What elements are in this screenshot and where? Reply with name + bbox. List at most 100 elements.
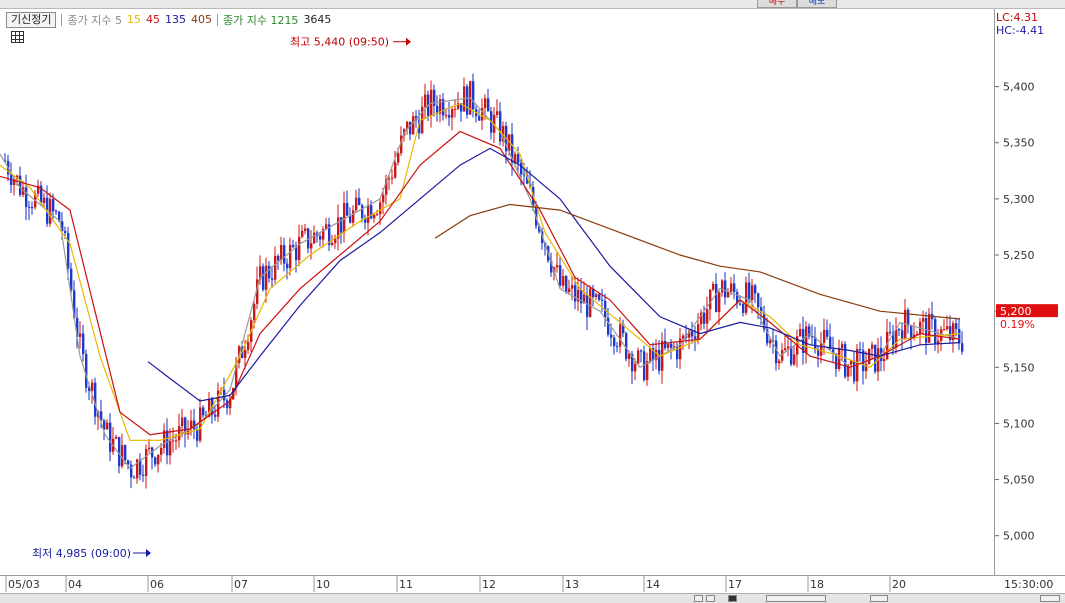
- candle-body: [271, 278, 274, 280]
- candle-body: [253, 303, 256, 321]
- candle-body: [373, 214, 376, 219]
- zoom-out-button[interactable]: [766, 595, 826, 602]
- candle-body: [958, 328, 961, 344]
- zoom-in-button[interactable]: [870, 595, 888, 602]
- candle-body: [922, 318, 925, 322]
- candle-body: [19, 175, 22, 195]
- legend-separator: [61, 13, 63, 26]
- x-tick-label: 07: [234, 578, 248, 591]
- candle-body: [898, 329, 901, 331]
- candle-body: [616, 346, 619, 348]
- candle-body: [304, 228, 307, 231]
- candle-body: [586, 294, 589, 317]
- sell-button[interactable]: 매도: [797, 0, 837, 8]
- candle-body: [295, 246, 298, 261]
- candle-body: [331, 243, 334, 245]
- candle-body: [160, 447, 163, 455]
- candle-body: [115, 436, 118, 439]
- time-axis: 05/03 04 06 07 10 11 12 13 14 17 18 20 15:30:00: [0, 575, 1065, 594]
- candle-body: [121, 445, 124, 467]
- candle-body: [754, 285, 757, 294]
- candle-body: [565, 276, 568, 293]
- settings-button[interactable]: [1040, 595, 1060, 602]
- candle-body: [274, 255, 277, 280]
- candle-body: [589, 288, 592, 317]
- candle-body: [448, 115, 451, 118]
- candle-body: [607, 317, 610, 335]
- candle-body: [739, 303, 742, 305]
- candle-body: [352, 210, 355, 223]
- candle-body: [928, 314, 931, 343]
- candle-body: [514, 154, 517, 163]
- candle-body: [412, 116, 415, 135]
- candle-body: [601, 299, 604, 301]
- price-chart: 최고 5,440 (09:50) 최저 4,985 (09:00): [0, 36, 964, 560]
- y-tick-label: 5,100: [1003, 417, 1035, 430]
- candle-body: [910, 325, 913, 339]
- candle-body: [397, 153, 400, 163]
- ma45-line: [0, 130, 961, 436]
- candle-body: [43, 197, 46, 203]
- candle-body: [55, 211, 58, 213]
- legend-ma5: 종가 지수 5: [67, 13, 122, 27]
- grid-settings-icon[interactable]: [11, 31, 24, 43]
- candle-body: [310, 243, 313, 249]
- candle-body: [277, 255, 280, 261]
- candle-body: [376, 214, 379, 216]
- candle-body: [901, 330, 904, 340]
- candle-body: [853, 360, 856, 382]
- candle-body: [451, 108, 454, 118]
- stop-button[interactable]: [728, 595, 737, 602]
- candle-body: [244, 349, 247, 358]
- candle-body: [109, 422, 112, 452]
- price-axis: LC:4.31HC:-4.41 5,400 5,350 5,300 5,250 5,200…: [995, 9, 1065, 575]
- candle-body: [289, 244, 292, 269]
- candle-body: [313, 232, 316, 244]
- candle-body: [499, 111, 502, 142]
- candle-body: [280, 245, 283, 261]
- candle-body: [955, 323, 958, 329]
- candle-body: [154, 457, 157, 465]
- candle-body: [370, 205, 373, 219]
- candle-body: [172, 440, 175, 442]
- candle-body: [181, 417, 184, 427]
- moving-average-layer: [0, 97, 961, 470]
- candle-body: [826, 329, 829, 337]
- candle-body: [487, 98, 490, 112]
- candle-body: [562, 276, 565, 286]
- candle-body: [28, 207, 31, 209]
- candle-body: [778, 360, 781, 364]
- candle-body: [472, 81, 475, 110]
- candle-body: [25, 187, 28, 208]
- candle-body: [178, 426, 181, 441]
- candle-body: [118, 436, 121, 467]
- candle-body: [283, 245, 286, 264]
- candle-body: [262, 266, 265, 290]
- candle-body: [520, 162, 523, 175]
- x-tick-label: 13: [565, 578, 579, 591]
- candle-body: [355, 197, 358, 211]
- candle-body: [703, 312, 706, 324]
- buy-button[interactable]: 매수: [757, 0, 797, 8]
- candle-body: [496, 111, 499, 115]
- candle-body: [247, 341, 250, 350]
- candle-body: [805, 326, 808, 353]
- candle-body: [850, 360, 853, 365]
- scroll-left-button[interactable]: [694, 595, 703, 602]
- chart-type-tab[interactable]: 기신정기: [6, 11, 57, 28]
- chart-area[interactable]: 최고 5,440 (09:50) 최저 4,985 (09:00): [0, 9, 995, 575]
- candle-body: [106, 422, 109, 430]
- y-tick-label: 5,050: [1003, 474, 1035, 487]
- x-tick-label: 11: [399, 578, 413, 591]
- x-tick-label: 12: [482, 578, 496, 591]
- candle-body: [478, 116, 481, 121]
- annotation-layer: 최고 5,440 (09:50) 최저 4,985 (09:00): [32, 36, 411, 560]
- candle-body: [715, 283, 718, 313]
- scroll-right-button[interactable]: [706, 595, 715, 602]
- high-arrow-head: [406, 37, 411, 46]
- candle-body: [91, 382, 94, 391]
- candle-body: [706, 309, 709, 324]
- x-tick-label: 10: [316, 578, 330, 591]
- candle-body: [793, 354, 796, 365]
- candle-body: [907, 309, 910, 326]
